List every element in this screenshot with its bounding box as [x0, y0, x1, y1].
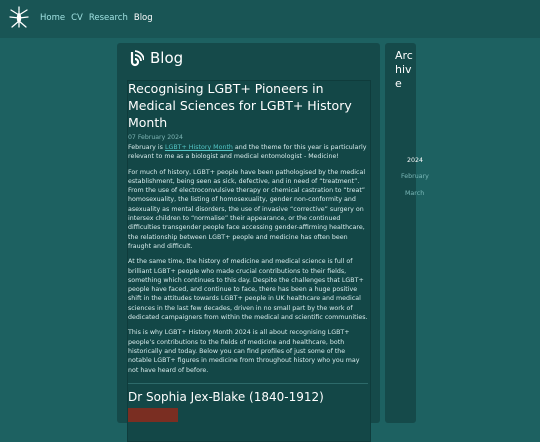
- post-date: 07 February 2024: [128, 134, 183, 141]
- nav-cv-link[interactable]: CV: [71, 13, 83, 23]
- top-navbar: Home CV Research Blog: [0, 0, 540, 38]
- archive-month-february[interactable]: February: [401, 173, 429, 180]
- nav-blog-link[interactable]: Blog: [134, 13, 153, 23]
- main-nav: Home CV Research Blog: [40, 13, 153, 23]
- blog-heading: Blog: [150, 49, 184, 67]
- archive-year[interactable]: 2024: [407, 157, 423, 164]
- archive-month-march[interactable]: March: [405, 190, 424, 197]
- profile-photo: [128, 407, 178, 422]
- nav-home-link[interactable]: Home: [40, 13, 65, 23]
- lgbt-history-month-link[interactable]: LGBT+ History Month: [165, 144, 233, 151]
- post-paragraph-4: This is why LGBT+ History Month 2024 is …: [128, 329, 360, 374]
- section-divider: [128, 382, 368, 384]
- archive-panel: Archive 2024 February March: [385, 43, 429, 423]
- post-paragraph-2: For much of history, LGBT+ people have b…: [128, 168, 366, 250]
- p1-before: February is: [128, 144, 165, 151]
- post-paragraph-3: At the same time, the history of medicin…: [128, 258, 368, 322]
- blog-header: Blog: [127, 49, 183, 67]
- mosquito-logo-icon[interactable]: [8, 6, 30, 32]
- rss-blog-icon: [130, 49, 144, 66]
- profile-heading: Dr Sophia Jex-Blake (1840-1912): [128, 389, 324, 404]
- post-body: Recognising LGBT+ Pioneers in Medical Sc…: [128, 80, 368, 422]
- post-paragraph-1: February is LGBT+ History Month and the …: [128, 143, 368, 162]
- archive-heading: Archive: [395, 49, 413, 90]
- nav-research-link[interactable]: Research: [89, 13, 128, 23]
- post-title-text[interactable]: Recognising LGBT+ Pioneers in Medical Sc…: [128, 80, 358, 131]
